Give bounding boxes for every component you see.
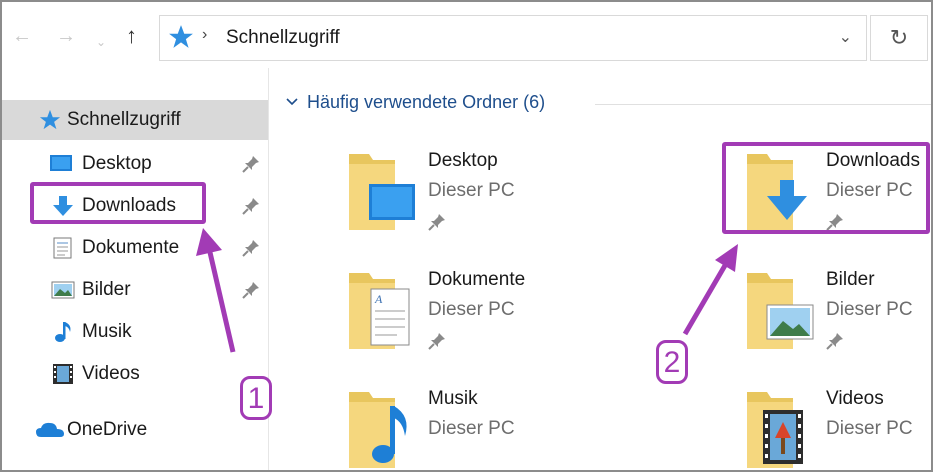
document-icon: [53, 237, 72, 259]
pin-icon[interactable]: [242, 197, 260, 215]
pin-icon[interactable]: [242, 155, 260, 173]
tile-name: Desktop: [428, 150, 498, 171]
pin-icon[interactable]: [242, 281, 260, 299]
arrow-left-icon[interactable]: ←: [12, 24, 32, 48]
tile-location: Dieser PC: [826, 299, 913, 320]
tile-location: Dieser PC: [428, 180, 515, 201]
pin-icon[interactable]: [826, 332, 844, 350]
desktop-icon: [50, 155, 72, 171]
folder-tile-musik[interactable]: Musik Dieser PC: [347, 388, 607, 470]
pin-icon[interactable]: [242, 239, 260, 257]
sidebar-item-label: Dokumente: [82, 237, 180, 258]
cloud-icon: [36, 422, 64, 437]
sidebar-item-label: Musik: [82, 321, 132, 342]
video-icon: [53, 364, 73, 384]
folder-tile-bilder[interactable]: Bilder Dieser PC: [745, 269, 931, 369]
navigation-toolbar: ← → ⌄ ↑ › Schnellzugriff ⌄ ↻: [2, 2, 931, 68]
sidebar-item-label: Desktop: [82, 153, 152, 174]
refresh-icon: ↻: [889, 25, 909, 50]
sidebar-item-videos[interactable]: Videos: [2, 354, 268, 394]
tile-name: Videos: [826, 388, 884, 409]
tile-name: Dokumente: [428, 269, 526, 290]
folder-icon: [747, 273, 814, 349]
folder-icon: [747, 392, 803, 468]
sidebar-item-dokumente[interactable]: Dokumente: [2, 228, 268, 268]
annotation-box-sidebar-downloads: [30, 182, 206, 224]
sidebar-item-label: OneDrive: [67, 419, 148, 440]
explorer-window: ← → ⌄ ↑ › Schnellzugriff ⌄ ↻ Schnellzugr…: [0, 0, 933, 472]
annotation-label-2: 2: [656, 340, 688, 384]
address-bar[interactable]: › Schnellzugriff ⌄: [159, 15, 867, 61]
content-pane: Häufig verwendete Ordner (6) Desktop Die…: [269, 68, 931, 470]
chevron-down-icon[interactable]: [285, 96, 299, 108]
sidebar-item-musik[interactable]: Musik: [2, 312, 268, 352]
sidebar-item-label: Schnellzugriff: [67, 109, 181, 130]
chevron-down-icon[interactable]: ⌄: [96, 30, 106, 54]
folder-tile-dokumente[interactable]: A Dokumente Dieser PC: [347, 269, 607, 369]
address-dropdown-icon[interactable]: ⌄: [839, 27, 852, 47]
pin-icon[interactable]: [428, 213, 446, 231]
annotation-label-1: 1: [240, 376, 272, 420]
tile-location: Dieser PC: [428, 299, 515, 320]
sidebar-item-bilder[interactable]: Bilder: [2, 270, 268, 310]
tile-name: Bilder: [826, 269, 875, 290]
group-header[interactable]: Häufig verwendete Ordner (6): [307, 92, 545, 113]
pin-icon[interactable]: [428, 332, 446, 350]
music-icon: [55, 322, 71, 342]
tile-location: Dieser PC: [826, 418, 913, 439]
sidebar-item-label: Bilder: [82, 279, 131, 300]
annotation-box-tile-downloads: [722, 142, 930, 234]
star-icon: [169, 25, 193, 48]
folder-tile-desktop[interactable]: Desktop Dieser PC: [347, 150, 607, 250]
folder-icon: [349, 392, 407, 468]
arrow-up-icon[interactable]: ↑: [126, 24, 137, 48]
folder-icon: [349, 154, 415, 230]
sidebar-item-schnellzugriff[interactable]: Schnellzugriff: [2, 100, 268, 140]
folder-icon: A: [349, 273, 410, 349]
sidebar-item-desktop[interactable]: Desktop: [2, 144, 268, 184]
navigation-pane: Schnellzugriff Desktop Downloads Dokumen…: [2, 68, 269, 470]
picture-icon: [51, 281, 75, 299]
tile-name: Musik: [428, 388, 478, 409]
breadcrumb-location[interactable]: Schnellzugriff: [226, 27, 340, 49]
folder-tile-videos[interactable]: Videos Dieser PC: [745, 388, 931, 470]
sidebar-item-label: Videos: [82, 363, 140, 384]
tile-location: Dieser PC: [428, 418, 515, 439]
sidebar-item-onedrive[interactable]: OneDrive: [2, 410, 268, 450]
refresh-button[interactable]: ↻: [870, 15, 928, 61]
group-divider: [595, 104, 931, 105]
arrow-right-icon[interactable]: →: [56, 24, 76, 48]
star-icon: [39, 109, 61, 130]
breadcrumb-separator-icon[interactable]: ›: [202, 26, 207, 44]
svg-text:A: A: [374, 292, 383, 306]
